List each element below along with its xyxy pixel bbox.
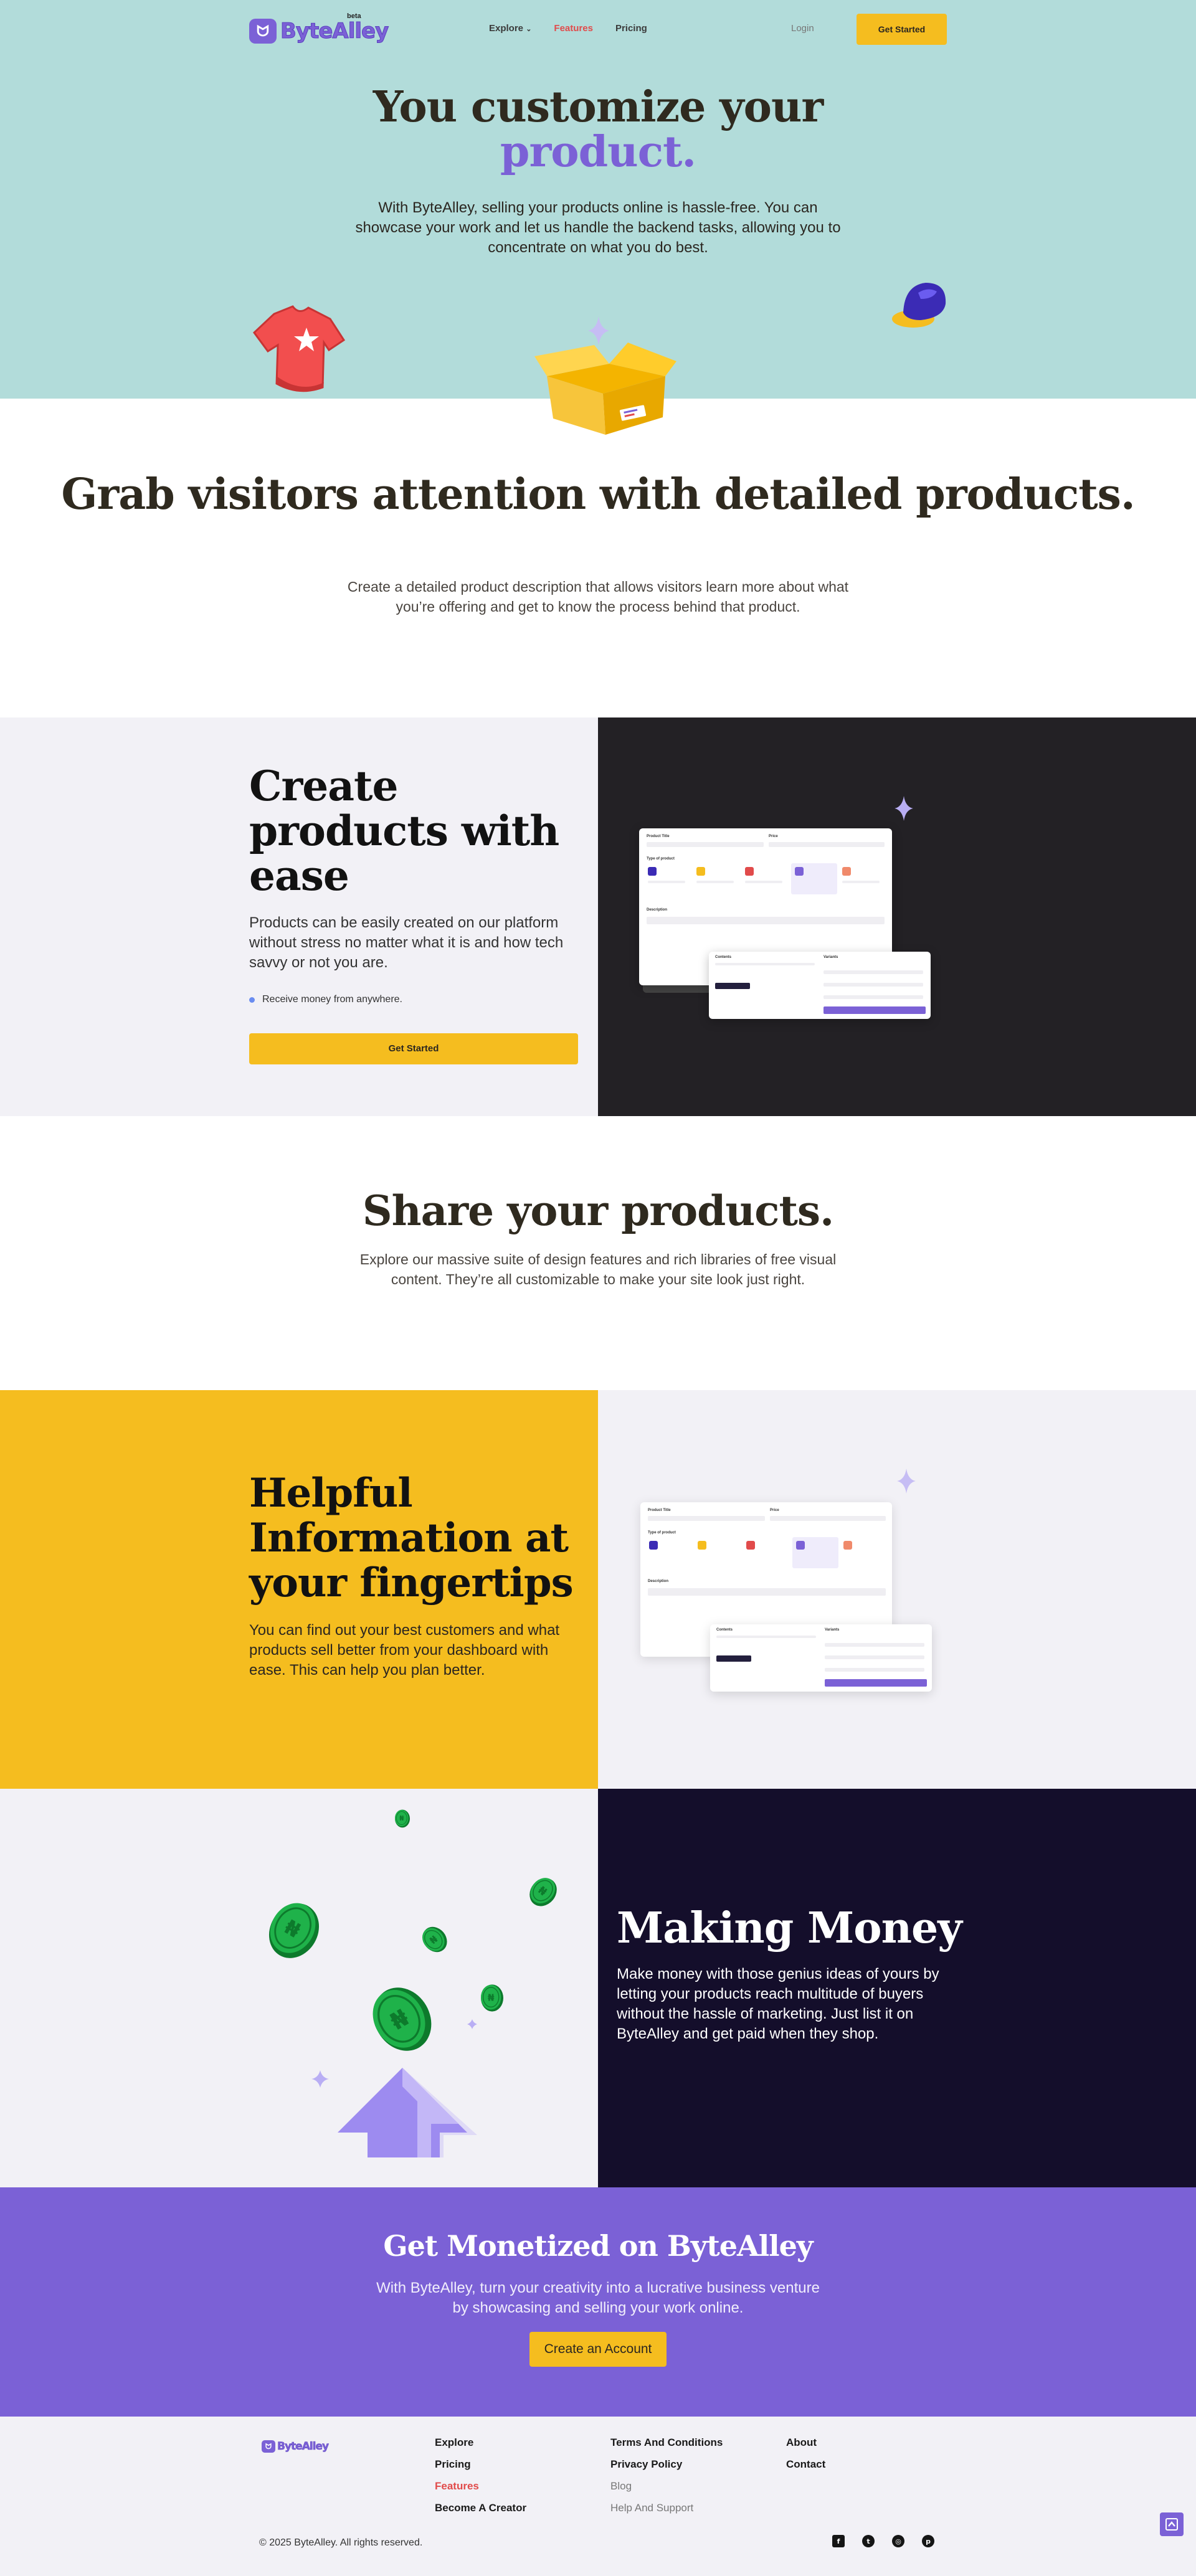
create-get-started-button[interactable]: Get Started [249, 1033, 578, 1064]
footer-link-explore[interactable]: Explore [435, 2436, 526, 2449]
beta-badge: beta [347, 12, 361, 20]
logo-text: ByteAlley [280, 19, 389, 44]
instagram-icon[interactable]: ◎ [892, 2535, 904, 2547]
cta-subtitle: With ByteAlley, turn your creativity int… [376, 2280, 820, 2316]
money-title: Making Money [617, 1903, 962, 1953]
nav-links: Explore ⌄ Features Pricing [489, 23, 647, 34]
nav-link-features[interactable]: Features [554, 23, 593, 34]
grab-title: Grab visitors attention with detailed pr… [61, 470, 1135, 519]
hero-title-line1: You customize your [373, 82, 823, 132]
footer-link-contact[interactable]: Contact [786, 2458, 825, 2471]
footer [0, 2417, 1196, 2576]
nav-link-pricing[interactable]: Pricing [615, 23, 647, 34]
footer-column-3: About Contact [786, 2436, 825, 2471]
chevron-down-icon: ⌄ [526, 26, 532, 33]
footer-link-about[interactable]: About [786, 2436, 825, 2449]
footer-logo-text: ByteAlley [277, 2440, 330, 2453]
create-account-button[interactable]: Create an Account [529, 2332, 667, 2367]
footer-link-features[interactable]: Features [435, 2480, 526, 2493]
bullet-text: Receive money from anywhere. [262, 994, 402, 1005]
hero-subtitle: With ByteAlley, selling your products on… [355, 199, 841, 256]
create-text: Products can be easily created on our pl… [249, 914, 564, 971]
footer-link-become-creator[interactable]: Become A Creator [435, 2502, 526, 2514]
bullet-dot-icon [249, 997, 255, 1003]
facebook-icon[interactable]: f [832, 2535, 845, 2547]
dashboard-mockup: Product Title Price Type of product Desc… [640, 1502, 933, 1695]
footer-link-privacy[interactable]: Privacy Policy [610, 2458, 723, 2471]
logo-icon: ᗢ [249, 19, 277, 44]
get-started-button[interactable]: Get Started [857, 14, 947, 45]
logo-icon: ᗢ [262, 2440, 275, 2453]
footer-logo[interactable]: ᗢ ByteAlley [262, 2440, 330, 2453]
logo[interactable]: ᗢ ByteAlley [249, 19, 389, 44]
scroll-to-top-button[interactable] [1160, 2512, 1184, 2536]
twitter-icon[interactable]: t [862, 2535, 875, 2547]
footer-link-help[interactable]: Help And Support [610, 2502, 723, 2514]
feature-bullet: Receive money from anywhere. [249, 994, 402, 1005]
footer-link-blog[interactable]: Blog [610, 2480, 723, 2493]
share-title: Share your products. [362, 1186, 834, 1235]
helpful-text: You can find out your best customers and… [249, 1622, 560, 1679]
tshirt-illustration [253, 305, 346, 392]
create-title: Create products with ease [249, 762, 559, 900]
footer-column-1: Explore Pricing Features Become A Creato… [435, 2436, 526, 2514]
sparkle-icon [895, 796, 913, 821]
hero-title-accent: product. [500, 127, 696, 177]
copyright: © 2025 ByteAlley. All rights reserved. [259, 2537, 423, 2548]
cap-illustration [892, 283, 946, 328]
social-links: f t ◎ p [832, 2535, 934, 2547]
nav-link-explore[interactable]: Explore ⌄ [489, 23, 531, 34]
grab-subtitle: Create a detailed product description th… [347, 579, 849, 615]
pinterest-icon[interactable]: p [922, 2535, 934, 2547]
footer-column-2: Terms And Conditions Privacy Policy Blog… [610, 2436, 723, 2514]
footer-link-terms[interactable]: Terms And Conditions [610, 2436, 723, 2449]
cta-title: Get Monetized on ByteAlley [383, 2229, 813, 2263]
hero-title: You customize your product. [0, 85, 1196, 174]
helpful-title: Helpful Information at your fingertips [249, 1470, 574, 1606]
login-link[interactable]: Login [791, 23, 814, 34]
box-illustration [534, 343, 676, 435]
money-text: Make money with those genius ideas of yo… [617, 1966, 939, 2042]
coins-illustration: ₦ [258, 1809, 563, 2157]
top-nav: ᗢ ByteAlley beta Explore ⌄ Features Pric… [249, 12, 947, 50]
footer-link-pricing[interactable]: Pricing [435, 2458, 526, 2471]
share-subtitle: Explore our massive suite of design feat… [359, 1251, 837, 1287]
product-form-mockup: Product Title Price Type of product Desc… [639, 828, 932, 1021]
sparkle-icon [897, 1469, 916, 1494]
chevron-up-icon [1165, 2518, 1178, 2531]
